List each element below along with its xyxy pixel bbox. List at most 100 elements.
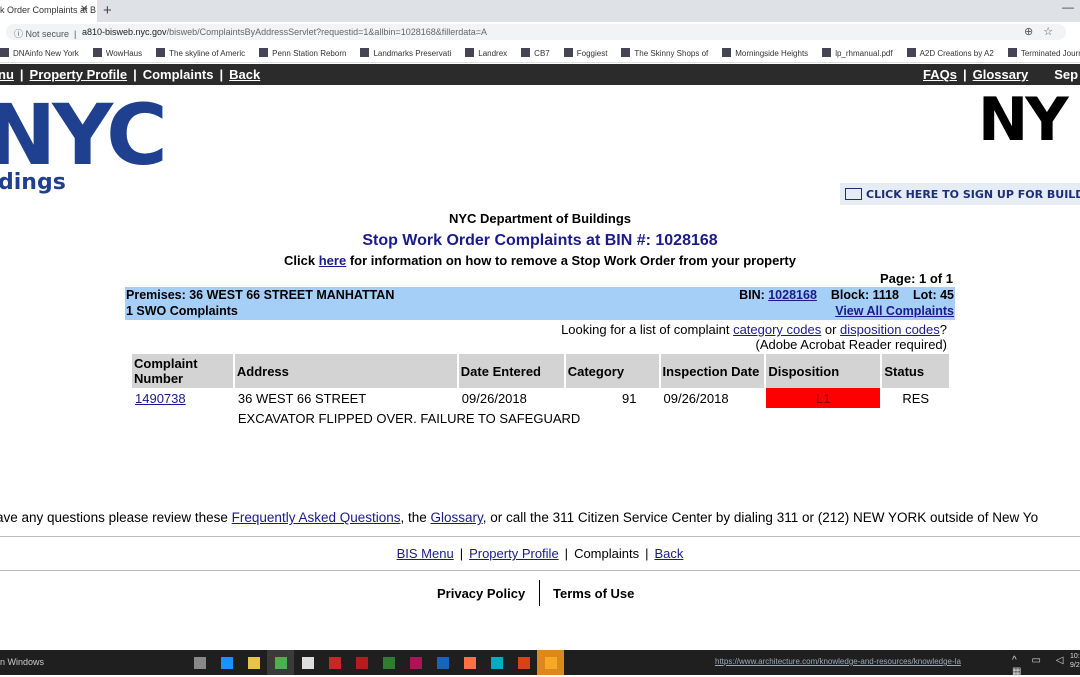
url-text[interactable]: a810-bisweb.nyc.gov/bisweb/ComplaintsByA… (82, 27, 487, 37)
taskbar-apps (186, 650, 564, 675)
view-all-complaints-link[interactable]: View All Complaints (835, 304, 954, 318)
divider (539, 580, 540, 606)
bookmarks-bar: DNAinfo New York WowHaus The skyline of Am… (0, 43, 1080, 63)
access-icon[interactable] (348, 650, 375, 675)
disposition-codes-link[interactable]: disposition codes (840, 322, 940, 337)
bookmark-favicon-icon (259, 48, 269, 57)
top-nav: nu | Property Profile | Complaints | Back FAQs… (0, 64, 1080, 85)
inspection-date-cell: 09/26/2018 (663, 390, 729, 406)
not-secure-indicator[interactable]: ⓘ Not secure | (14, 27, 76, 40)
minimize-icon[interactable]: — (1062, 0, 1074, 14)
norton-icon[interactable] (537, 650, 564, 675)
date-entered-cell: 09/26/2018 (461, 390, 527, 406)
bookmark-favicon-icon (0, 48, 9, 57)
description-row: EXCAVATOR FLIPPED OVER. FAILURE TO SAFEG… (132, 408, 949, 428)
new-tab-button[interactable]: + (103, 2, 112, 19)
bookmark-favicon-icon (92, 48, 102, 57)
tab-bar (0, 0, 1080, 22)
nav-faqs[interactable]: FAQs (923, 67, 957, 82)
bookmark-item[interactable]: Landrex (465, 43, 507, 58)
nav-back[interactable]: Back (229, 67, 260, 82)
activate-windows-text: n Windows (0, 657, 45, 667)
complaint-number-link[interactable]: 1490738 (135, 391, 186, 406)
nyc-buildings-logo[interactable]: NYC dings (0, 86, 180, 202)
bookmark-favicon-icon (465, 48, 475, 57)
envelope-icon (845, 188, 862, 200)
bottom-bis-menu[interactable]: BIS Menu (397, 546, 454, 561)
terms-of-use-link[interactable]: Terms of Use (553, 586, 634, 601)
task-view-icon[interactable] (186, 650, 213, 675)
category-codes-link[interactable]: category codes (733, 322, 821, 337)
bin-link[interactable]: 1028168 (768, 288, 817, 302)
faq-link[interactable]: Frequently Asked Questions (232, 510, 401, 525)
premises-bar: Premises: 36 WEST 66 STREET MANHATTAN 1 … (125, 287, 955, 320)
edge-icon[interactable] (213, 650, 240, 675)
store-icon[interactable] (294, 650, 321, 675)
bookmark-item[interactable]: DNAinfo New York (0, 43, 79, 58)
bookmark-favicon-icon (621, 48, 631, 57)
nav-glossary[interactable]: Glossary (973, 67, 1029, 82)
bookmark-favicon-icon (1007, 48, 1017, 57)
column-header: Inspection Date (660, 354, 765, 388)
bookmark-item[interactable]: A2D Creations by A2 (906, 43, 994, 58)
status-cell: RES (902, 390, 930, 406)
bookmark-favicon-icon (906, 48, 916, 57)
nav-search[interactable]: Sep (1054, 67, 1078, 82)
bottom-property-profile[interactable]: Property Profile (469, 546, 559, 561)
indesign-icon[interactable] (402, 650, 429, 675)
codes-info: Looking for a list of complaint category… (561, 322, 947, 352)
powerpoint-icon[interactable] (510, 650, 537, 675)
complaints-table: Complaint Number Address Date Entered Categ… (130, 354, 951, 428)
firefox-icon[interactable] (456, 650, 483, 675)
bookmark-favicon-icon (822, 48, 832, 57)
column-header: Status (882, 354, 949, 388)
nav-bis-menu[interactable]: nu (0, 67, 14, 82)
nav-complaints: Complaints (142, 67, 214, 82)
chrome-icon[interactable] (267, 650, 294, 675)
acrobat-icon[interactable] (321, 650, 348, 675)
bookmark-item[interactable]: lp_rhmanual.pdf (822, 43, 893, 58)
glossary-link[interactable]: Glossary (431, 510, 483, 525)
bookmark-item[interactable]: Foggiest (563, 43, 607, 58)
bottom-back[interactable]: Back (654, 546, 683, 561)
bookmark-item[interactable]: Landmarks Preservati (360, 43, 451, 58)
nav-property-profile[interactable]: Property Profile (30, 67, 128, 82)
column-header: Address (234, 354, 457, 388)
excel-icon[interactable] (375, 650, 402, 675)
bookmark-item[interactable]: Penn Station Reborn (259, 43, 346, 58)
close-tab-icon[interactable]: ✕ (80, 4, 88, 15)
bottom-nav: BIS Menu | Property Profile | Complaints | Bac… (396, 546, 684, 561)
nyc-logo-right[interactable]: NY (978, 90, 1069, 150)
divider (0, 570, 1080, 571)
word-icon[interactable] (429, 650, 456, 675)
column-header: Date Entered (458, 354, 564, 388)
column-header: Complaint Number (132, 354, 233, 388)
address-cell: 36 WEST 66 STREET (237, 390, 367, 406)
page-indicator: Page: 1 of 1 (880, 271, 953, 286)
bookmark-favicon-icon (521, 48, 531, 57)
bookmark-item[interactable]: Morningside Heights (722, 43, 808, 58)
bookmark-item[interactable]: The skyline of Americ (156, 43, 245, 58)
photoshop-icon[interactable] (483, 650, 510, 675)
zoom-star-icons[interactable]: ⊕☆ (1024, 25, 1063, 38)
swo-count: 1 SWO Complaints (126, 304, 238, 318)
bookmark-item[interactable]: WowHaus (92, 43, 142, 58)
column-header: Category (565, 354, 659, 388)
file-explorer-icon[interactable] (240, 650, 267, 675)
zoom-icon[interactable]: ⊕ (1024, 26, 1043, 38)
table-row: 1490738 36 WEST 66 STREET 09/26/2018 91 09/2… (132, 388, 949, 408)
signup-banner[interactable]: CLICK HERE TO SIGN UP FOR BUILDIN (840, 183, 1080, 205)
logo-subtitle: dings (0, 170, 66, 195)
page-title: Stop Work Order Complaints at BIN #: 102… (362, 232, 718, 249)
bookmark-item[interactable]: Terminated Journals (1007, 43, 1080, 58)
bookmark-item[interactable]: The Skinny Shops of (621, 43, 708, 58)
here-link[interactable]: here (319, 253, 346, 268)
bookmark-item[interactable]: CB7 (521, 43, 550, 58)
privacy-policy-link[interactable]: Privacy Policy (437, 586, 525, 601)
star-icon[interactable]: ☆ (1043, 26, 1063, 38)
clock[interactable]: 10: 9/2 (1070, 652, 1080, 670)
disposition-cell: L1 (766, 388, 881, 408)
bookmark-favicon-icon (156, 48, 166, 57)
bookmark-favicon-icon (360, 48, 370, 57)
premises-address: Premises: 36 WEST 66 STREET MANHATTAN (126, 288, 395, 302)
